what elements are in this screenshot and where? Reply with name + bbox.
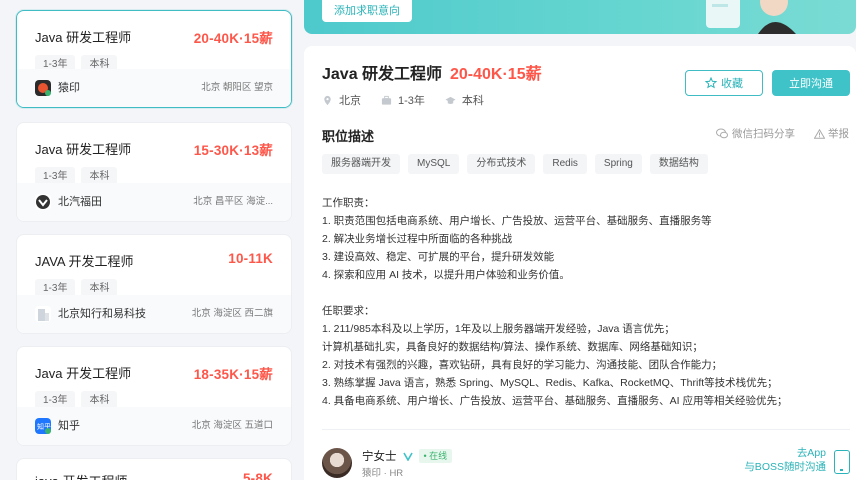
detail-job-title: Java 研发工程师	[322, 66, 443, 83]
add-intent-button[interactable]: 添加求职意向	[322, 0, 412, 22]
job-salary: 5-8K	[242, 471, 273, 480]
open-app-link[interactable]: 去App 与BOSS随时沟通	[744, 446, 826, 474]
description-line: 2. 解决业务增长过程中所面临的各种挑战	[322, 233, 513, 245]
job-title: JAVA 开发工程师	[35, 254, 134, 269]
report-button[interactable]: 举报	[814, 126, 849, 141]
skill-tags: 服务器端开发 MySQL 分布式技术 Redis Spring 数据结构	[322, 154, 708, 174]
section-title: 职位描述	[322, 129, 375, 144]
report-label: 举报	[828, 128, 849, 140]
wechat-share-button[interactable]: 微信扫码分享	[716, 126, 795, 141]
star-icon	[705, 77, 717, 89]
detail-salary: 20-40K·15薪	[450, 66, 542, 83]
job-card[interactable]: Java 研发工程师 15-30K·13薪 1-3年 本科 北汽福田 北京 昌平…	[16, 122, 292, 222]
share-label: 微信扫码分享	[732, 128, 795, 140]
company-logo-icon	[35, 194, 51, 210]
description-line: 3. 建设高效、稳定、可扩展的平台，提升研发效能	[322, 251, 555, 263]
collect-label: 收藏	[721, 78, 743, 90]
skill-tag[interactable]: MySQL	[408, 154, 460, 174]
building-icon	[35, 306, 51, 322]
job-location: 北京 昌平区 海淀...	[193, 196, 273, 207]
job-title: Java 研发工程师	[35, 142, 132, 157]
job-location: 北京 海淀区 五道口	[191, 420, 273, 431]
skill-tag[interactable]: 服务器端开发	[322, 154, 400, 174]
app-link-line2: 与BOSS随时沟通	[744, 461, 826, 473]
description-line: 4. 探索和应用 AI 技术，以提升用户体验和业务价值。	[322, 269, 570, 281]
job-experience: 1-3年	[398, 95, 425, 107]
description-line: 3. 熟练掌握 Java 语言，熟悉 Spring、MySQL、Redis、Ka…	[322, 377, 778, 389]
job-city: 北京	[339, 95, 361, 107]
location-icon	[324, 95, 331, 105]
skill-tag[interactable]: 数据结构	[649, 154, 708, 174]
job-salary: 18-35K·15薪	[193, 367, 273, 382]
company-name: 北京知行和易科技	[58, 308, 146, 320]
company-name: 猿印	[58, 82, 80, 94]
company-logo-icon: 知乎	[35, 418, 51, 434]
skill-tag[interactable]: 分布式技术	[467, 154, 536, 174]
skill-tag[interactable]: Redis	[543, 154, 587, 174]
job-card[interactable]: JAVA 开发工程师 10-11K 1-3年 本科 北京知行和易科技 北京 海淀…	[16, 234, 292, 334]
recruiter-avatar[interactable]	[322, 448, 352, 478]
job-card[interactable]: Java 开发工程师 18-35K·15薪 1-3年 本科 知乎 知乎 北京 海…	[16, 346, 292, 446]
description-line: 4. 具备电商系统、用户增长、广告投放、运营平台、基础服务、直播服务、AI 应用…	[322, 395, 788, 407]
online-badge: • 在线	[418, 449, 453, 463]
job-card[interactable]: java 开发工程师 5-8K	[16, 458, 292, 480]
description-line: 2. 对技术有强烈的兴趣，喜欢钻研，具有良好的学习能力、沟通技能、团队合作能力；	[322, 359, 723, 371]
warning-icon	[814, 128, 825, 139]
job-location: 北京 海淀区 西二旗	[191, 308, 273, 319]
company-name: 知乎	[58, 420, 80, 432]
description-line	[322, 284, 842, 302]
job-description: 工作职责： 1. 职责范围包括电商系统、用户增长、广告投放、运营平台、基础服务、…	[322, 194, 842, 410]
illustration-icon	[706, 0, 796, 34]
skill-tag[interactable]: Spring	[594, 154, 642, 174]
job-meta: 北京 1-3年 本科	[322, 92, 484, 108]
graduation-cap-icon	[445, 96, 456, 104]
chat-now-button[interactable]: 立即沟通	[772, 70, 850, 96]
job-salary: 20-40K·15薪	[193, 31, 273, 46]
recruiter-name: 宁女士	[362, 451, 397, 463]
collect-button[interactable]: 收藏	[685, 70, 763, 96]
job-title: Java 开发工程师	[35, 366, 132, 381]
description-line: 1. 职责范围包括电商系统、用户增长、广告投放、运营平台、基础服务、直播服务等	[322, 215, 712, 227]
job-education: 本科	[461, 95, 484, 107]
description-line: 任职要求：	[322, 305, 375, 317]
job-intent-banner: 添加求职意向	[304, 0, 856, 34]
job-salary: 15-30K·13薪	[193, 143, 273, 158]
job-card[interactable]: Java 研发工程师 20-40K·15薪 1-3年 本科 猿印 北京 朝阳区 …	[16, 10, 292, 108]
verified-icon	[402, 452, 413, 461]
job-title: Java 研发工程师	[35, 30, 132, 45]
job-location: 北京 朝阳区 望京	[201, 82, 273, 93]
recruiter-subtitle: 猿印 · HR	[362, 468, 404, 479]
briefcase-icon	[381, 95, 392, 105]
company-name: 北汽福田	[58, 196, 102, 208]
description-line: 工作职责：	[322, 197, 375, 209]
job-title: java 开发工程师	[35, 471, 127, 480]
job-salary: 10-11K	[228, 251, 273, 266]
wechat-icon	[716, 128, 728, 139]
company-logo-icon	[35, 80, 51, 96]
job-list: Java 研发工程师 20-40K·15薪 1-3年 本科 猿印 北京 朝阳区 …	[16, 0, 292, 480]
description-line: 1. 211/985本科及以上学历，1年及以上服务器端开发经验，Java 语言优…	[322, 323, 675, 335]
job-detail-panel: Java 研发工程师 20-40K·15薪 北京 1-3年 本科 收藏 立即沟通…	[304, 46, 856, 480]
description-line: 计算机基础扎实，具备良好的数据结构/算法、操作系统、数据库、网络基础知识；	[322, 341, 703, 353]
app-link-line1: 去App	[796, 447, 826, 459]
divider	[322, 429, 850, 430]
phone-icon[interactable]	[834, 450, 850, 474]
